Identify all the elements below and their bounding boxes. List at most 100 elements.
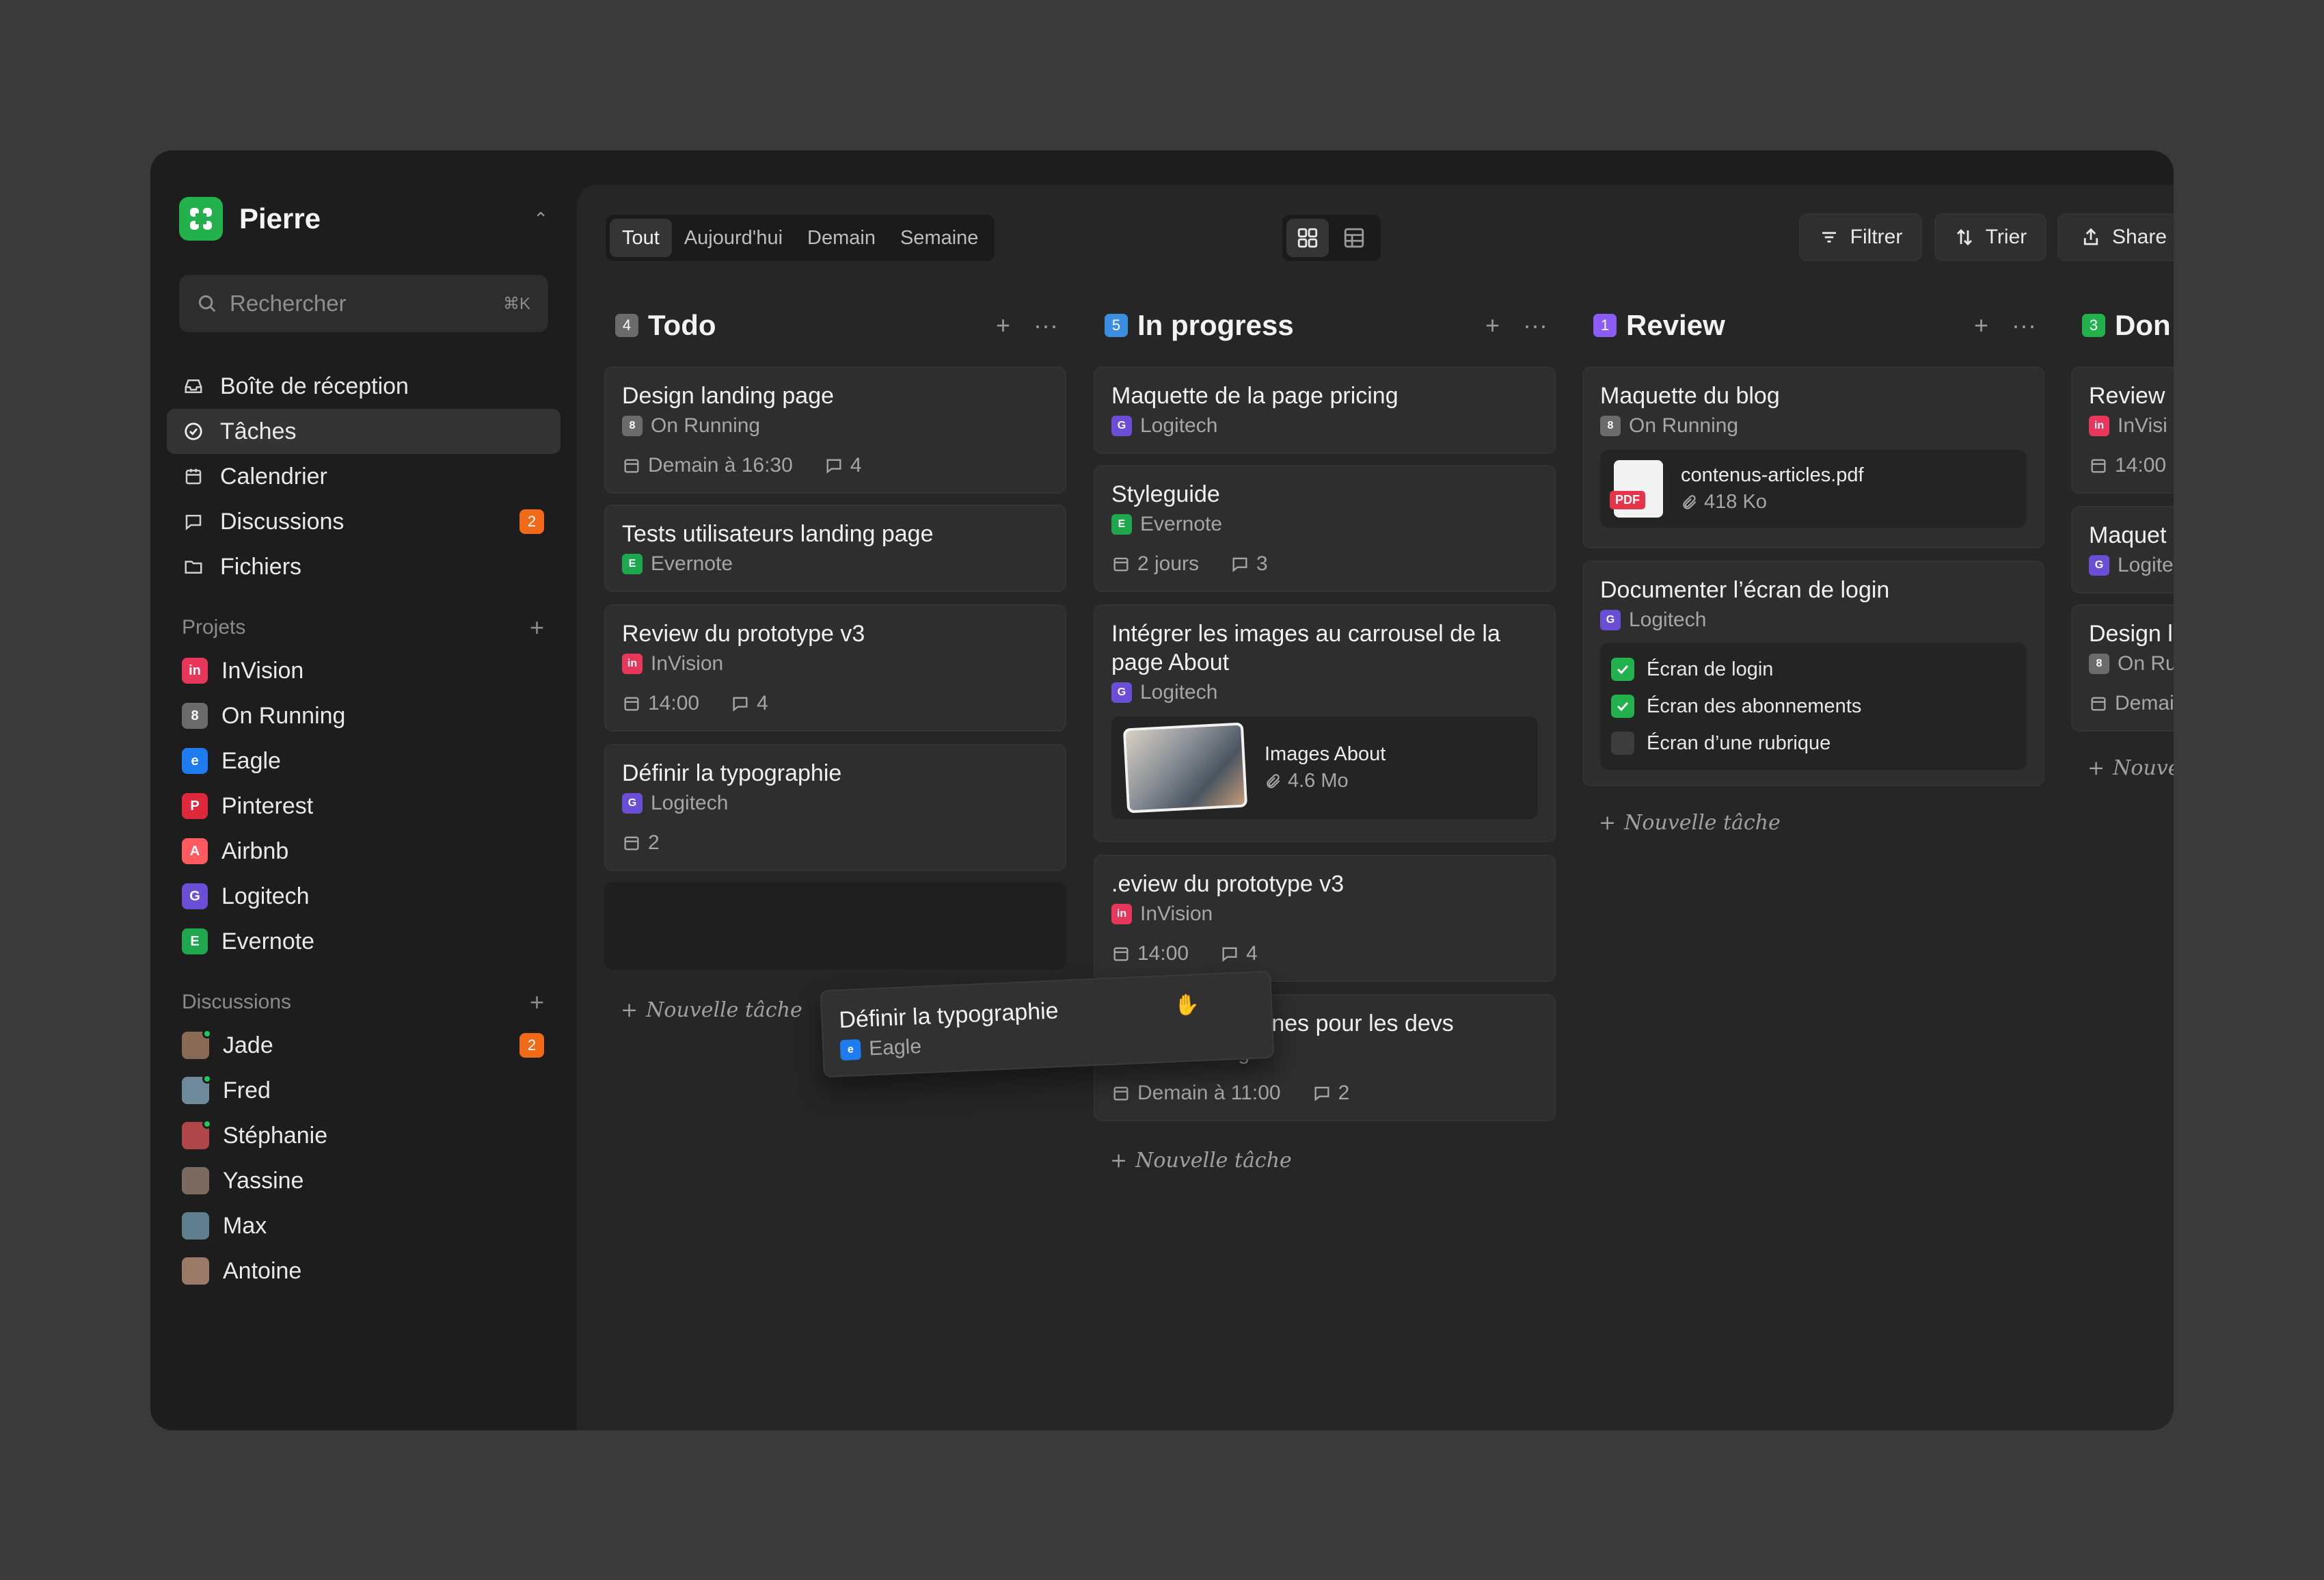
projects-title: Projets (182, 616, 246, 639)
checklist-item[interactable]: Écran d’une rubrique (1611, 725, 2016, 762)
evernote-icon: E (182, 928, 208, 954)
task-card[interactable]: Maquette de la page pricing G Logitech (1094, 366, 1556, 454)
discussion-item-yassine[interactable]: Yassine (167, 1158, 560, 1203)
task-card[interactable]: Tests utilisateurs landing page E Evernot… (604, 505, 1066, 592)
column-in-progress: 5 In progress + ··· Maquette de la page p… (1094, 301, 1556, 1173)
tab-tomorrow[interactable]: Demain (795, 219, 888, 257)
sidebar-item-pinterest[interactable]: P Pinterest (167, 784, 560, 829)
task-card[interactable]: Review du prototype v3 in InVision 14:00 … (604, 604, 1066, 732)
attachment-name: Images About (1265, 743, 1386, 765)
column-header: 5 In progress + ··· (1094, 301, 1556, 350)
search-input[interactable]: Rechercher ⌘K (179, 275, 548, 332)
checkbox-checked-icon[interactable] (1611, 695, 1634, 718)
checklist: Écran de login Écran des abonnements Écr… (1600, 643, 2027, 770)
on-running-icon: 8 (1600, 416, 1621, 436)
project-label: Pinterest (221, 792, 314, 819)
on-running-icon: 8 (2089, 654, 2109, 674)
sidebar-item-airbnb[interactable]: A Airbnb (167, 829, 560, 874)
attachment-size: 4.6 Mo (1288, 770, 1349, 792)
card-due-date: Demain à 11:00 (1137, 1082, 1281, 1104)
task-card[interactable]: Maquette du blog 8 On Running PDF contenu… (1582, 366, 2044, 548)
folder-icon (182, 555, 205, 578)
board-view-icon[interactable] (1286, 219, 1329, 257)
card-project: InVision (651, 652, 724, 675)
more-icon[interactable]: ··· (1033, 311, 1058, 340)
paperclip-icon (1267, 773, 1280, 788)
task-card[interactable]: Documenter l’écran de login G Logitech Éc… (1582, 561, 2044, 786)
discussion-item-max[interactable]: Max (167, 1203, 560, 1248)
share-button[interactable]: Share (2057, 213, 2174, 261)
task-card[interactable]: Intégrer les images au carrousel de la p… (1094, 604, 1556, 842)
projects-header: Projets + (167, 607, 560, 648)
discussion-item-stephanie[interactable]: Stéphanie (167, 1113, 560, 1158)
filter-button[interactable]: Filtrer (1799, 213, 1922, 261)
share-label: Share (2111, 226, 2167, 248)
new-task-label: Nouvelle tâche (646, 998, 802, 1022)
discussion-label: Yassine (223, 1167, 304, 1194)
file-attachment[interactable]: PDF contenus-articles.pdf 418 Ko (1600, 450, 2027, 528)
nav-item-calendar[interactable]: Calendrier (167, 454, 560, 499)
tab-today[interactable]: Aujourd'hui (672, 219, 795, 257)
sidebar-item-on-running[interactable]: 8 On Running (167, 693, 560, 738)
new-task-button[interactable]: + Nouvelle tâche (621, 998, 802, 1022)
checklist-item[interactable]: Écran de login (1611, 651, 2016, 688)
new-task-button[interactable]: + Nouvelle tâche (1599, 811, 1781, 835)
invision-icon: in (1111, 904, 1132, 924)
checkbox-checked-icon[interactable] (1611, 658, 1634, 681)
tab-week[interactable]: Semaine (888, 219, 990, 257)
project-label: On Running (221, 702, 346, 729)
filter-icon (1822, 232, 1836, 243)
card-title: Documenter l’écran de login (1600, 577, 1890, 603)
discussions-header: Discussions + (167, 982, 560, 1023)
nav-item-discussions[interactable]: Discussions 2 (167, 499, 560, 544)
new-task-button[interactable]: + Nouvelle tâche (1110, 1149, 1292, 1173)
logitech-icon: G (2089, 555, 2109, 576)
add-task-icon[interactable]: + (996, 311, 1010, 340)
more-icon[interactable]: ··· (1523, 311, 1548, 340)
checklist-label: Écran de login (1647, 658, 1774, 680)
add-project-button[interactable]: + (530, 613, 544, 642)
add-task-icon[interactable]: + (1485, 311, 1500, 340)
task-card[interactable]: Design landing page 8 On Running Demain à… (604, 366, 1066, 494)
task-card[interactable]: Définir la typographie G Logitech 2 (604, 744, 1066, 871)
card-comment-count: 4 (757, 692, 768, 714)
column-title: In progress (1137, 309, 1294, 341)
nav-item-tasks[interactable]: Tâches (167, 409, 560, 454)
add-task-icon[interactable]: + (1974, 311, 1988, 340)
workspace-switcher[interactable]: Pierre ⌃ (179, 197, 548, 241)
discussion-item-antoine[interactable]: Antoine (167, 1248, 560, 1294)
sidebar-item-evernote[interactable]: E Evernote (167, 919, 560, 964)
sidebar-item-logitech[interactable]: G Logitech (167, 874, 560, 919)
task-card[interactable]: Review in InVisi 14:00 (2071, 366, 2174, 494)
task-card[interactable]: Maquet G Logite (2071, 506, 2174, 593)
online-indicator (202, 1074, 212, 1084)
column-count: 1 (1593, 314, 1617, 337)
discussion-item-fred[interactable]: Fred (167, 1068, 560, 1113)
sidebar-item-invision[interactable]: in InVision (167, 648, 560, 693)
attachment-size: 418 Ko (1704, 491, 1767, 513)
image-attachment[interactable]: Images About 4.6 Mo (1111, 717, 1538, 819)
nav-item-files[interactable]: Fichiers (167, 544, 560, 589)
sidebar-item-eagle[interactable]: e Eagle (167, 738, 560, 784)
card-project: On Ru (2118, 652, 2174, 675)
card-comment-count: 2 (1338, 1082, 1350, 1104)
more-icon[interactable]: ··· (2012, 311, 2036, 340)
task-card[interactable]: Design l 8 On Ru Demai (2071, 604, 2174, 732)
card-project: InVisi (2118, 414, 2167, 437)
discussion-item-jade[interactable]: Jade 2 (167, 1023, 560, 1068)
card-project: Evernote (1140, 513, 1223, 535)
task-card[interactable]: .eview du prototype v3 in InVision 14:00 … (1094, 855, 1556, 982)
nav-item-inbox[interactable]: Boîte de réception (167, 364, 560, 409)
checkbox-unchecked-icon[interactable] (1611, 732, 1634, 755)
tab-all[interactable]: Tout (610, 219, 672, 257)
sort-button[interactable]: Trier (1934, 213, 2046, 261)
task-card[interactable]: Styleguide E Evernote 2 jours 3 (1094, 465, 1556, 592)
card-title: Maquette du blog (1600, 383, 1780, 409)
checklist-item[interactable]: Écran des abonnements (1611, 688, 2016, 725)
kanban-board: 4 Todo + ··· Design landing page 8 On Runn… (604, 301, 2174, 1430)
new-task-button[interactable]: + Nouve (2087, 756, 2174, 780)
column-todo: 4 Todo + ··· Design landing page 8 On Runn… (604, 301, 1066, 1022)
table-view-icon[interactable] (1333, 219, 1375, 257)
card-comment-count: 4 (1246, 942, 1258, 965)
add-discussion-button[interactable]: + (530, 988, 544, 1017)
